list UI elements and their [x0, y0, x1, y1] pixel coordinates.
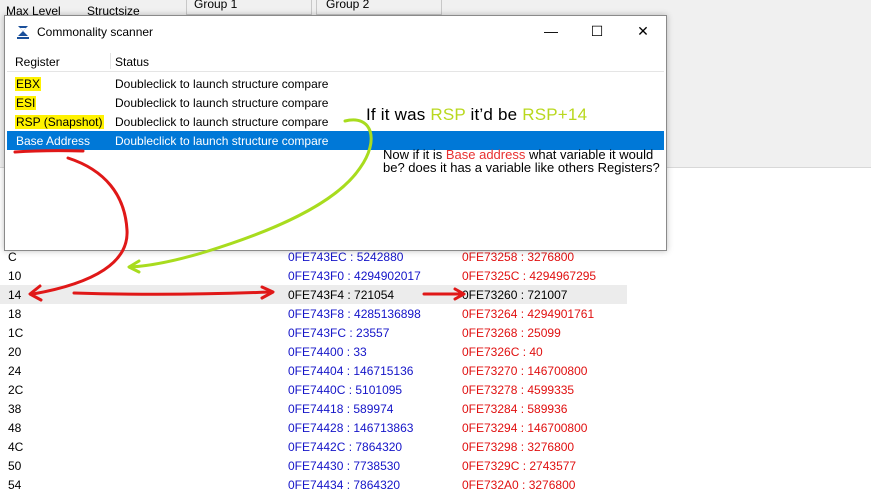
green-curve-arrow: [128, 118, 373, 269]
red-arrow-to-group1: [72, 290, 272, 296]
annotation-arrows: [13, 118, 466, 302]
red-curve-arrow: [31, 156, 129, 296]
red-underline: [13, 149, 85, 154]
